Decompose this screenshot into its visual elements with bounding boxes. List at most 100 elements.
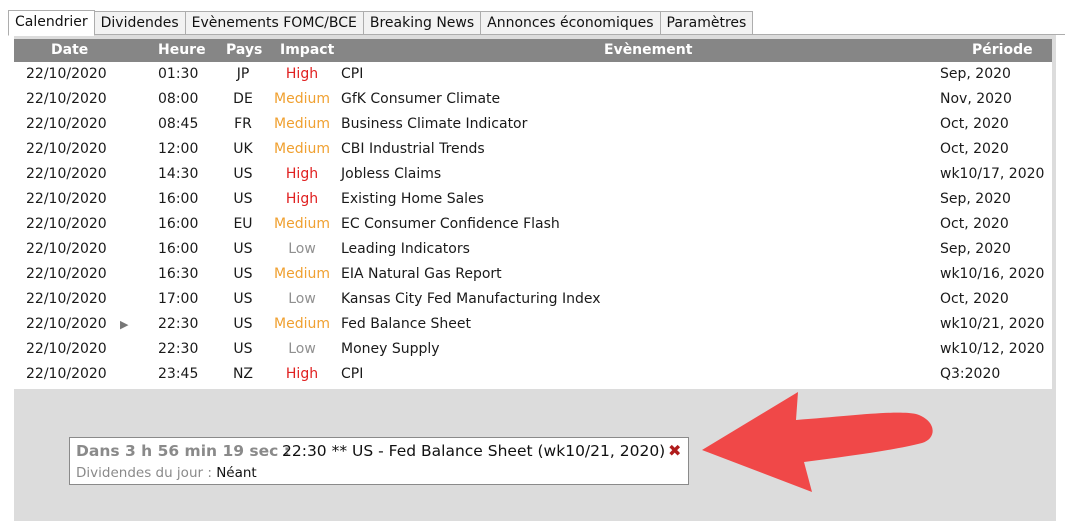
cell-pays: US: [233, 316, 253, 332]
table-row[interactable]: 22/10/2020 16:00 US High Existing Home Sales…: [14, 187, 1052, 212]
cell-evenement: Existing Home Sales: [341, 191, 484, 207]
cell-periode: wk10/12, 2020: [940, 341, 1045, 357]
annotation-arrow-icon: [702, 392, 933, 492]
table-row[interactable]: 22/10/2020 22:30 US Medium Fed Balance Sheet…: [14, 312, 1052, 337]
cell-pays: US: [233, 291, 253, 307]
cell-pays: UK: [233, 141, 253, 157]
cell-evenement: Leading Indicators: [341, 241, 470, 257]
tab-5[interactable]: Paramètres: [660, 11, 754, 35]
cell-date: 22/10/2020: [26, 66, 107, 82]
table-row[interactable]: 22/10/2020 14:30 US High Jobless Claims wk10/…: [14, 162, 1052, 187]
cell-evenement: CBI Industrial Trends: [341, 141, 485, 157]
table-row[interactable]: 22/10/2020 12:00 UK Medium CBI Industrial Tr…: [14, 137, 1052, 162]
cell-heure: 22:30: [158, 341, 199, 357]
cell-heure: 16:30: [158, 266, 199, 282]
cell-periode: Oct, 2020: [940, 116, 1009, 132]
cell-pays: DE: [233, 91, 253, 107]
cell-periode: Sep, 2020: [940, 241, 1011, 257]
cell-heure: 16:00: [158, 191, 199, 207]
cell-date: 22/10/2020: [26, 116, 107, 132]
cell-heure: 14:30: [158, 166, 199, 182]
cell-heure: 01:30: [158, 66, 199, 82]
cell-heure: 16:00: [158, 241, 199, 257]
table-row[interactable]: 22/10/2020 22:30 US Low Money Supply wk10/12,…: [14, 337, 1052, 362]
cell-date: 22/10/2020: [26, 366, 107, 382]
cell-periode: Oct, 2020: [940, 216, 1009, 232]
cell-date: 22/10/2020: [26, 291, 107, 307]
dividends-value: Néant: [216, 465, 257, 481]
cell-date: 22/10/2020: [26, 91, 107, 107]
table-row[interactable]: 22/10/2020 08:45 FR Medium Business Climate …: [14, 112, 1052, 137]
cell-evenement: GfK Consumer Climate: [341, 91, 501, 107]
column-header-heure[interactable]: Heure: [158, 39, 206, 62]
column-header-impact[interactable]: Impact: [280, 39, 334, 62]
cell-heure: 12:00: [158, 141, 199, 157]
cell-evenement: Jobless Claims: [341, 166, 442, 182]
column-header-evenement[interactable]: Evènement: [604, 39, 692, 62]
dividends-label: Dividendes du jour :: [76, 465, 212, 481]
cell-date: 22/10/2020: [26, 266, 107, 282]
cell-periode: Sep, 2020: [940, 66, 1011, 82]
calendar-table: Date Heure Pays Impact Evènement Période…: [14, 39, 1052, 389]
cell-impact: High: [285, 366, 319, 382]
cell-periode: Nov, 2020: [940, 91, 1012, 107]
tab-3[interactable]: Breaking News: [363, 11, 482, 35]
cell-date: 22/10/2020: [26, 341, 107, 357]
cell-periode: wk10/21, 2020: [940, 316, 1045, 332]
cell-impact: Medium: [274, 116, 330, 132]
table-row[interactable]: 22/10/2020 16:00 US Low Leading Indicators Se…: [14, 237, 1052, 262]
cell-date: 22/10/2020: [26, 216, 107, 232]
tab-0[interactable]: Calendrier: [8, 10, 95, 36]
table-row[interactable]: 22/10/2020 17:00 US Low Kansas City Fed Manu…: [14, 287, 1052, 312]
cell-date: 22/10/2020: [26, 316, 107, 332]
cell-pays: NZ: [232, 366, 254, 382]
cell-pays: EU: [233, 216, 253, 232]
cell-evenement: CPI: [341, 66, 364, 82]
cell-date: 22/10/2020: [26, 241, 107, 257]
cell-date: 22/10/2020: [26, 191, 107, 207]
cell-pays: US: [233, 241, 253, 257]
cell-impact: Medium: [274, 216, 330, 232]
cell-heure: 08:45: [158, 116, 199, 132]
cell-date: 22/10/2020: [26, 141, 107, 157]
cell-evenement: Fed Balance Sheet: [341, 316, 471, 332]
cell-heure: 17:00: [158, 291, 199, 307]
cell-impact: High: [285, 66, 319, 82]
table-row[interactable]: 22/10/2020 01:30 JP High CPI Sep, 2020: [14, 62, 1052, 87]
cell-evenement: EIA Natural Gas Report: [341, 266, 502, 282]
cell-impact: Low: [288, 241, 316, 257]
cell-evenement: EC Consumer Confidence Flash: [341, 216, 560, 232]
tab-1[interactable]: Dividendes: [94, 11, 186, 35]
tab-4[interactable]: Annonces économiques: [481, 11, 661, 35]
cell-periode: wk10/17, 2020: [940, 166, 1045, 182]
cell-pays: US: [233, 191, 253, 207]
tab-bar: Calendrier Dividendes Evènements FOMC/BCE B…: [8, 10, 754, 36]
column-header-date[interactable]: Date: [51, 39, 88, 62]
cell-evenement: Money Supply: [341, 341, 440, 357]
close-x-icon[interactable]: ✖: [668, 441, 681, 460]
cell-impact: Medium: [274, 141, 330, 157]
cell-impact: Medium: [274, 91, 330, 107]
countdown-text: Dans 3 h 56 min 19 sec :: [76, 442, 290, 460]
cell-pays: JP: [236, 66, 250, 82]
tab-2[interactable]: Evènements FOMC/BCE: [185, 11, 364, 35]
cell-heure: 16:00: [158, 216, 199, 232]
cell-date: 22/10/2020: [26, 166, 107, 182]
cell-pays: US: [233, 266, 253, 282]
cell-impact: Low: [288, 341, 316, 357]
cell-periode: Sep, 2020: [940, 191, 1011, 207]
table-row[interactable]: 22/10/2020 16:30 US Medium EIA Natural Gas R…: [14, 262, 1052, 287]
cell-pays: FR: [234, 116, 252, 132]
cell-impact: High: [285, 166, 319, 182]
cell-periode: wk10/16, 2020: [940, 266, 1045, 282]
cell-periode: Oct, 2020: [940, 141, 1009, 157]
column-header-periode[interactable]: Période: [972, 39, 1033, 62]
table-row[interactable]: 22/10/2020 08:00 DE Medium GfK Consumer Clim…: [14, 87, 1052, 112]
table-row[interactable]: 22/10/2020 16:00 EU Medium EC Consumer Confi…: [14, 212, 1052, 237]
column-header-pays[interactable]: Pays: [226, 39, 262, 62]
next-event-notification: Dans 3 h 56 min 19 sec : 22:30 ** US - F…: [69, 437, 689, 485]
cell-evenement: CPI: [341, 366, 364, 382]
cell-impact: Medium: [274, 266, 330, 282]
cell-heure: 22:30: [158, 316, 199, 332]
cell-periode: Oct, 2020: [940, 291, 1009, 307]
